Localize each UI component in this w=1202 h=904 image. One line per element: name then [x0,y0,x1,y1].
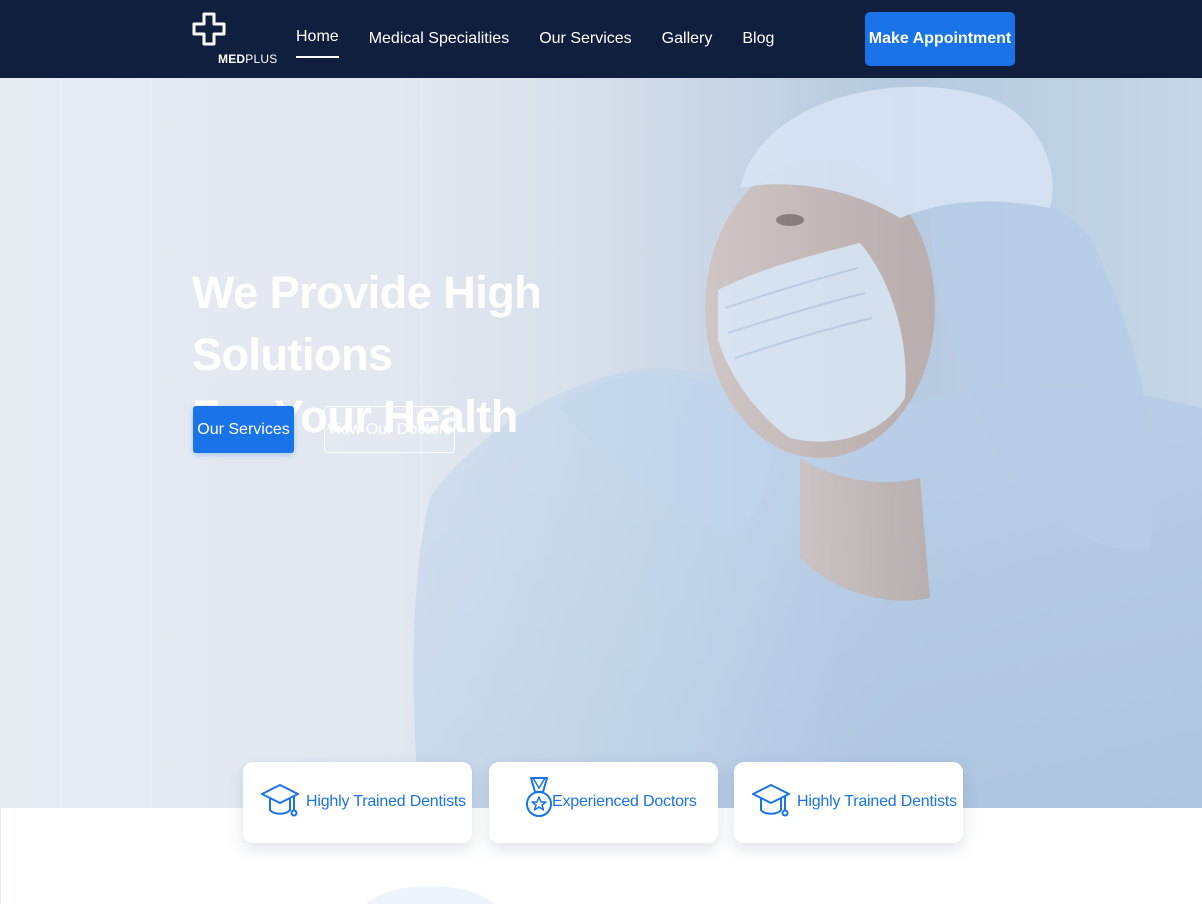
navbar: MEDPLUS Home Medical Specialities Our Se… [0,0,1202,78]
logo-text-bold: MED [218,52,246,66]
our-services-button[interactable]: Our Services [193,406,294,453]
divider [0,808,1,904]
hero-section: We Provide High Solutions For Your Healt… [0,78,1202,808]
logo-text-light: PLUS [245,52,278,66]
main-nav: Home Medical Specialities Our Services G… [296,0,804,78]
logo-text: MEDPLUS [218,52,277,66]
feature-card-trained-dentists-2[interactable]: Highly Trained Dentists [734,762,963,843]
feature-label: Highly Trained Dentists [306,793,466,810]
nav-gallery[interactable]: Gallery [662,30,713,48]
view-our-doctors-button[interactable]: View Our Doctors [324,406,455,453]
nav-medical-specialities[interactable]: Medical Specialities [369,30,510,48]
graduation-cap-icon [261,784,299,817]
nav-home[interactable]: Home [296,28,339,58]
make-appointment-button[interactable]: Make Appointment [865,12,1015,66]
graduation-cap-icon [752,784,790,817]
feature-label: Experienced Doctors [552,793,697,810]
medical-cross-icon [192,12,226,46]
feature-card-experienced-doctors[interactable]: Experienced Doctors [489,762,718,843]
nav-blog[interactable]: Blog [742,30,774,48]
logo[interactable]: MEDPLUS [192,12,282,68]
hero-title-line1: We Provide High Solutions [192,267,542,380]
feature-card-trained-dentists[interactable]: Highly Trained Dentists [243,762,472,843]
feature-label: Highly Trained Dentists [797,793,957,810]
decorative-shape [360,886,500,904]
nav-our-services[interactable]: Our Services [539,30,631,48]
